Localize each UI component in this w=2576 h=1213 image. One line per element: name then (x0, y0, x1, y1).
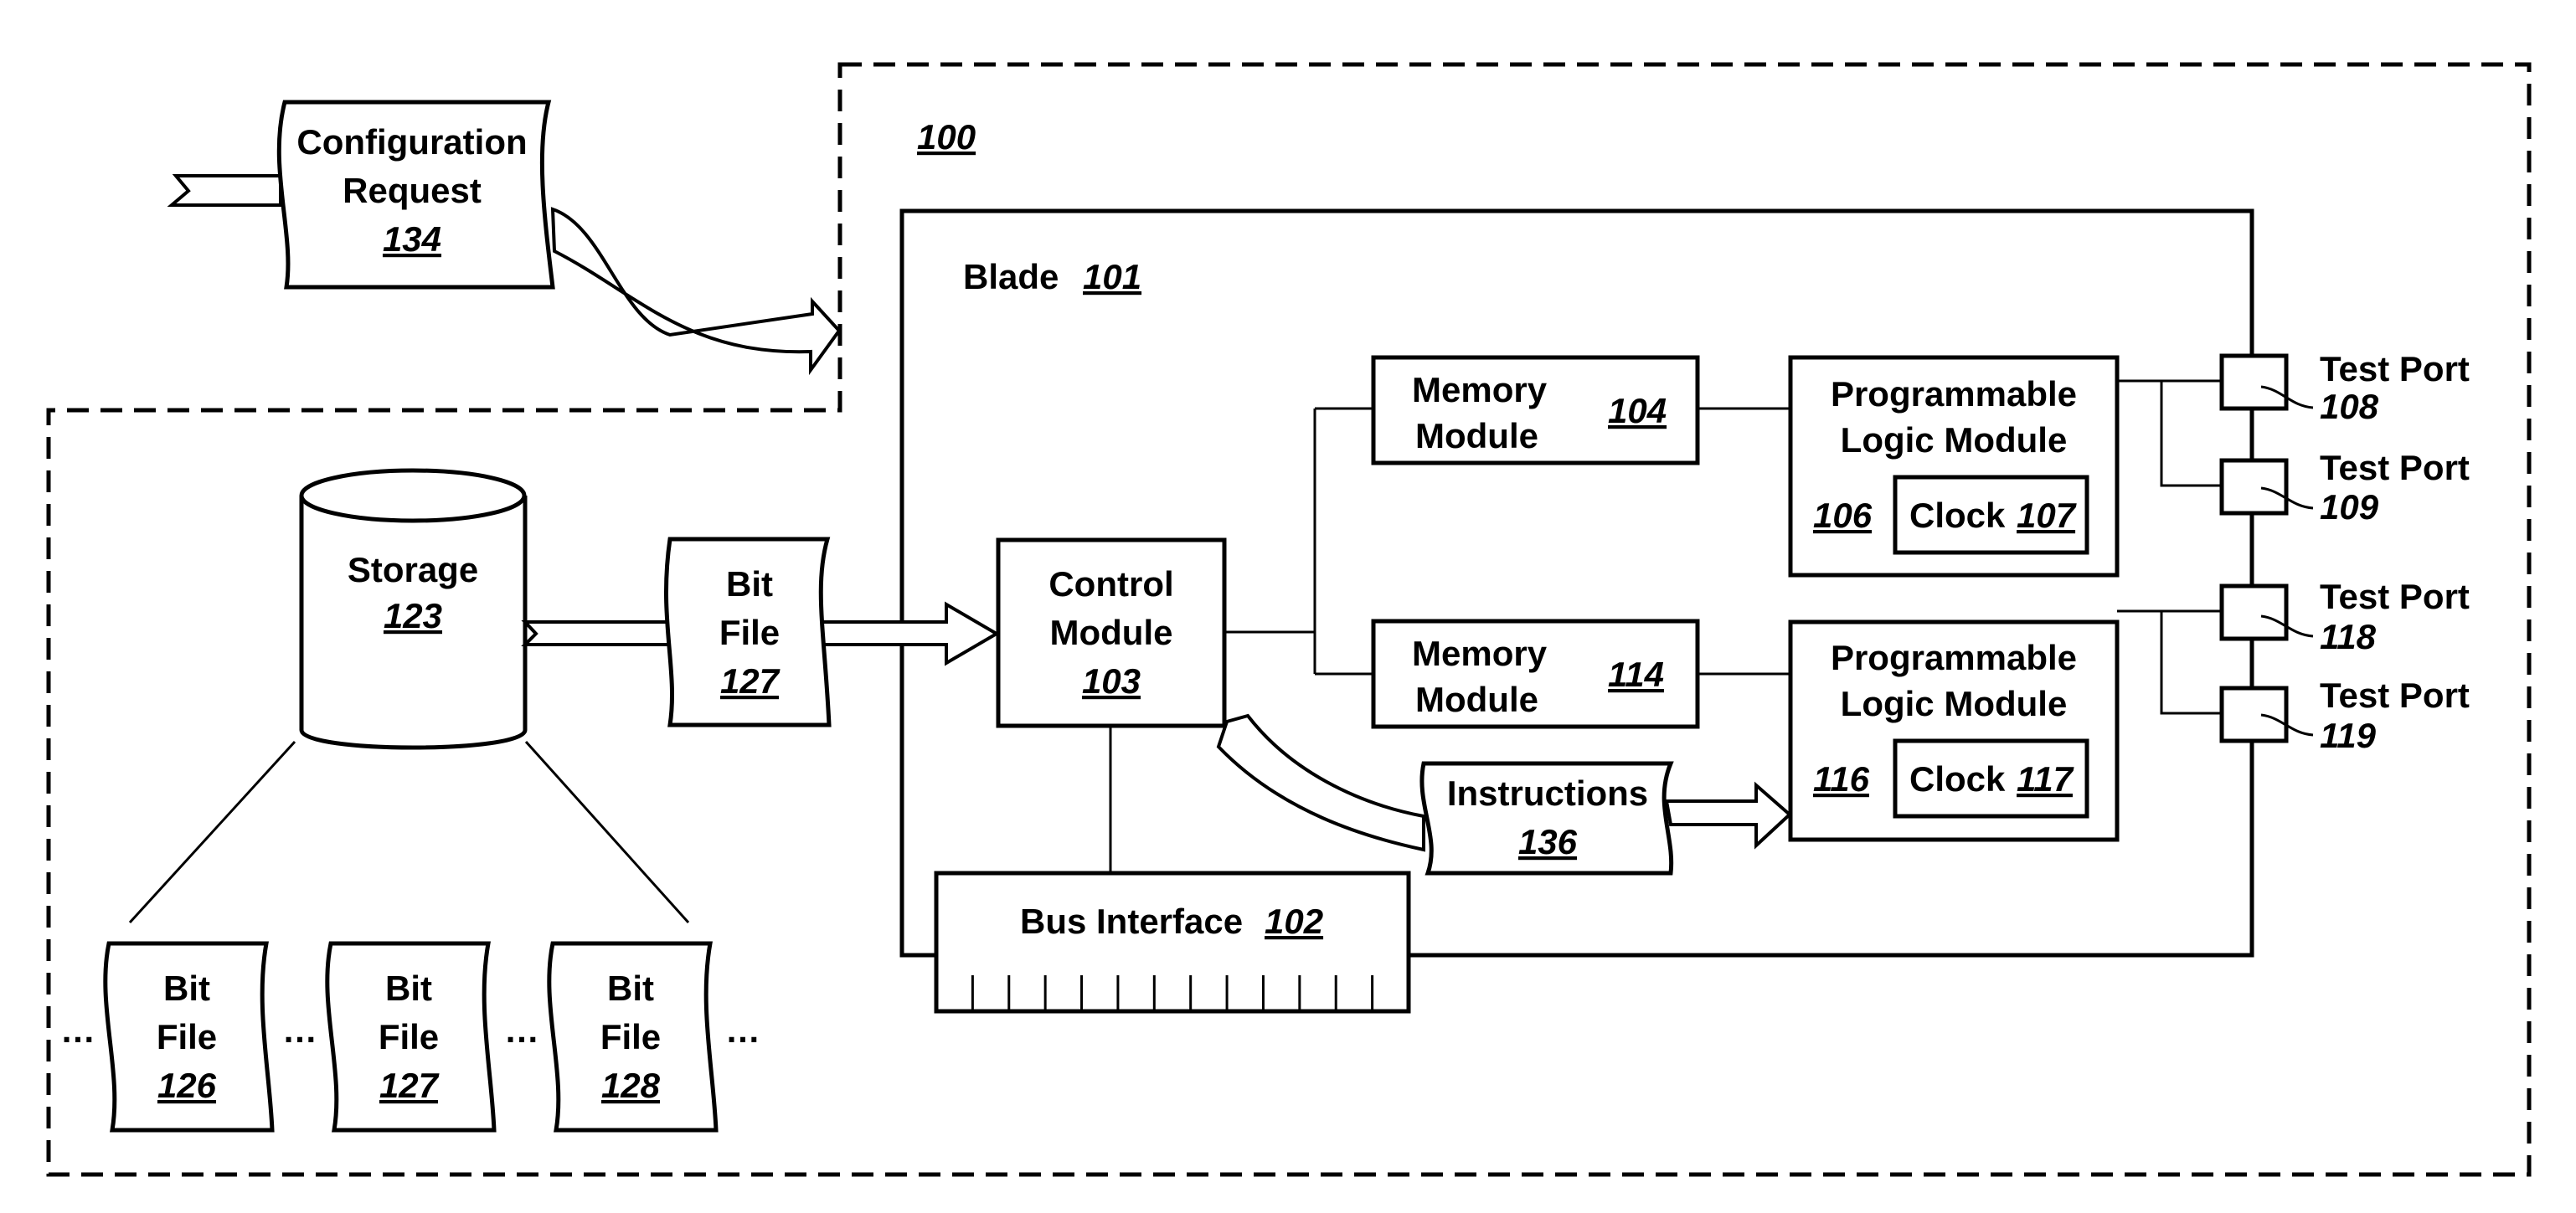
stored-bit-file-126-line2: File (157, 1017, 217, 1056)
system-ref: 100 (917, 117, 976, 157)
control-module-line2: Module (1050, 613, 1173, 652)
test-port-118-box (2219, 583, 2289, 641)
memory-module-104-line2: Module (1415, 416, 1538, 455)
test-port-119-box (2219, 686, 2289, 743)
memory-module-114-line1: Memory (1412, 634, 1548, 673)
fan-line-left (128, 740, 296, 924)
stored-bit-file-128: Bit File 128 (547, 941, 719, 1133)
config-request-outgoing-arrow (550, 207, 842, 376)
system-diagram: 100 Blade 101 Memory Module 104 Memory M… (46, 62, 2532, 1177)
test-port-108-label: Test Port (2320, 349, 2470, 388)
stored-bit-file-126-line1: Bit (163, 969, 210, 1008)
test-port-109-box (2219, 458, 2289, 516)
bit-file-127-transit-ref: 127 (720, 661, 781, 701)
clock-107-ref: 107 (2017, 496, 2077, 535)
control-module-ref: 103 (1082, 661, 1141, 701)
instructions-ref: 136 (1518, 822, 1578, 861)
logic-module-106-line1: Programmable (1831, 374, 2077, 414)
config-request-line1: Configuration (296, 122, 527, 162)
blade-ref: 101 (1083, 257, 1141, 296)
test-port-118-label: Test Port (2320, 577, 2470, 616)
stored-bit-file-127-line2: File (379, 1017, 439, 1056)
logic-module-116-line2: Logic Module (1841, 684, 2068, 723)
test-port-108: Test Port 108 (2219, 349, 2470, 426)
test-port-108-box (2219, 353, 2289, 411)
line-plm-116-port-119 (2160, 611, 2222, 715)
storage-123: Storage 123 (299, 468, 528, 750)
ellipsis-3: … (504, 1010, 539, 1050)
memory-module-104-ref: 104 (1608, 391, 1667, 430)
config-request-incoming-arrow (167, 174, 282, 207)
memory-module-114-ref: 114 (1608, 655, 1664, 694)
stored-bit-file-128-line1: Bit (607, 969, 654, 1008)
test-port-118: Test Port 118 (2219, 577, 2470, 656)
test-port-109-ref: 109 (2320, 487, 2379, 527)
test-port-119: Test Port 119 (2219, 676, 2470, 755)
test-port-119-label: Test Port (2320, 676, 2470, 715)
stored-bit-file-126: Bit File 126 (103, 941, 275, 1133)
config-request-ref: 134 (383, 219, 441, 259)
test-port-109-label: Test Port (2320, 448, 2470, 487)
logic-module-106: Programmable Logic Module 106 Clock 107 (1788, 355, 2120, 578)
instructions-incoming-arrow (1216, 713, 1425, 852)
stored-bit-file-127-line1: Bit (385, 969, 432, 1008)
bus-interface-ref: 102 (1265, 902, 1323, 941)
memory-module-104: Memory Module 104 (1371, 355, 1700, 465)
clock-117-ref: 117 (2017, 759, 2074, 799)
test-port-109: Test Port 109 (2219, 448, 2470, 527)
line-plm-106-port-109 (2160, 381, 2222, 487)
test-port-118-ref: 118 (2320, 617, 2377, 656)
stored-bit-file-128-ref: 128 (601, 1066, 661, 1105)
control-module-103: Control Module 103 (996, 537, 1227, 728)
stored-bit-file-128-line2: File (600, 1017, 661, 1056)
clock-117-label: Clock (1909, 759, 2006, 799)
logic-module-116-ref: 116 (1813, 759, 1870, 799)
bus-interface-label: Bus Interface (1020, 902, 1243, 941)
stored-bit-file-127: Bit File 127 (325, 941, 497, 1133)
bus-interface-box (934, 871, 1411, 1014)
stored-bit-file-126-ref: 126 (157, 1066, 217, 1105)
clock-107-label: Clock (1909, 496, 2006, 535)
instructions-136: Instructions 136 (1419, 761, 1674, 876)
logic-module-116: Programmable Logic Module 116 Clock 117 (1788, 619, 2120, 842)
bit-file-127-transit: Bit File 127 (664, 537, 832, 727)
ellipsis-1: … (60, 1010, 95, 1050)
stored-bit-file-127-ref: 127 (379, 1066, 440, 1105)
test-port-119-ref: 119 (2320, 716, 2377, 755)
control-module-line1: Control (1048, 564, 1173, 604)
configuration-request-134: Configuration Request 134 (276, 100, 555, 290)
bus-interface-102: Bus Interface 102 (934, 871, 1411, 1014)
instructions-outgoing-arrow (1664, 781, 1792, 850)
config-request-line2: Request (343, 171, 482, 210)
fan-line-right (524, 740, 690, 924)
ellipsis-2: … (282, 1010, 317, 1050)
bit-file-127-transit-line2: File (719, 613, 780, 652)
storage-ref: 123 (384, 596, 442, 635)
logic-module-116-line1: Programmable (1831, 638, 2077, 677)
logic-module-106-ref: 106 (1813, 496, 1873, 535)
storage-top (299, 468, 527, 523)
memory-module-114-line2: Module (1415, 680, 1538, 719)
memory-module-104-line1: Memory (1412, 370, 1548, 409)
instructions-label: Instructions (1447, 774, 1648, 813)
storage-label: Storage (348, 550, 478, 589)
logic-module-106-line2: Logic Module (1841, 420, 2068, 460)
blade-label: Blade (963, 257, 1059, 296)
bit-file-127-transit-line1: Bit (726, 564, 773, 604)
memory-module-114: Memory Module 114 (1371, 619, 1700, 729)
ellipsis-4: … (725, 1010, 760, 1050)
test-port-108-ref: 108 (2320, 387, 2379, 426)
